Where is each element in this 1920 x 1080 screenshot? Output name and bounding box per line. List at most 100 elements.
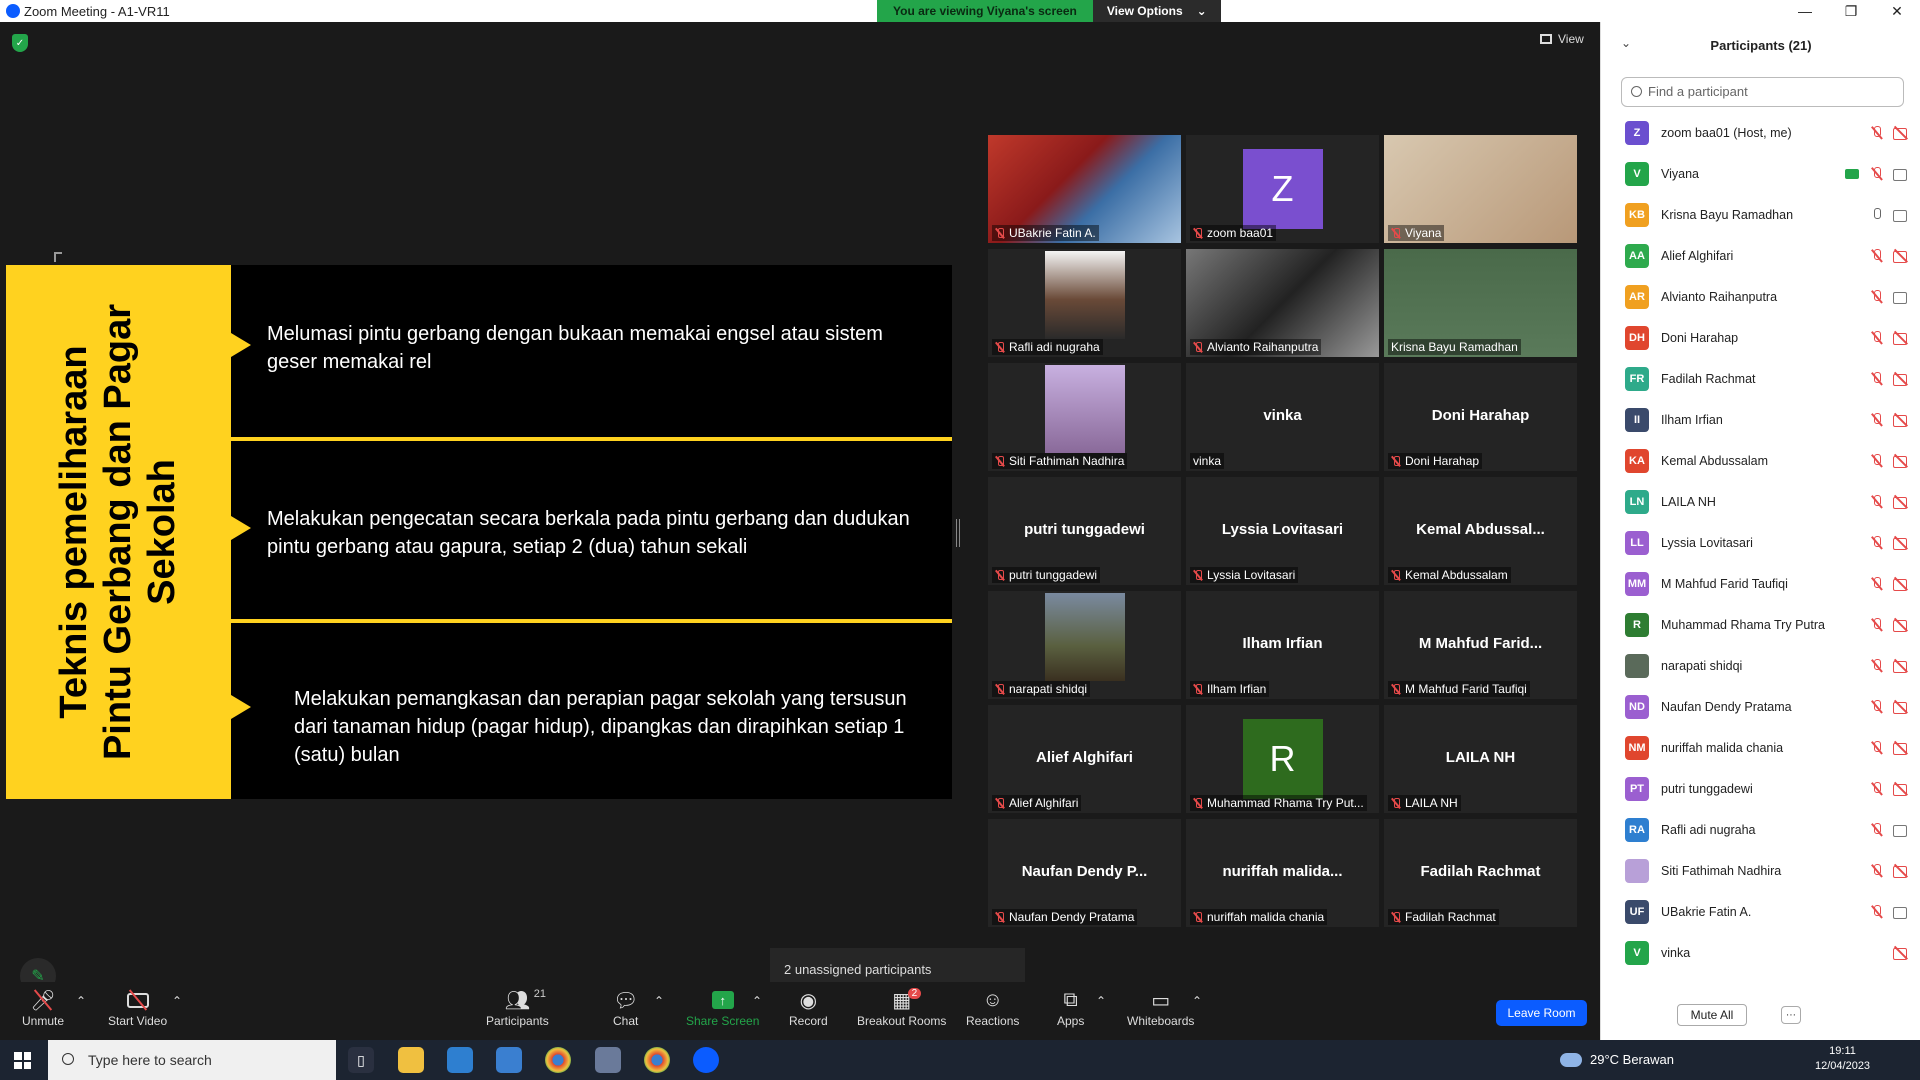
video-tile[interactable]: Rafli adi nugraha [988, 249, 1181, 357]
video-tile[interactable]: Alief Alghifari Alief Alghifari [988, 705, 1181, 813]
maximize-button[interactable]: ❐ [1828, 0, 1874, 22]
participant-row[interactable]: PT putri tunggadewi [1601, 768, 1920, 809]
video-tile[interactable]: narapati shidqi [988, 591, 1181, 699]
mic-muted-icon[interactable] [1871, 699, 1883, 714]
mic-muted-icon[interactable] [1871, 330, 1883, 345]
video-options-caret[interactable]: ⌃ [172, 994, 182, 1008]
participant-row[interactable]: AA Alief Alghifari [1601, 235, 1920, 276]
chat-options-caret[interactable]: ⌃ [654, 994, 664, 1008]
mic-muted-icon[interactable] [1871, 781, 1883, 796]
task-view-icon[interactable]: ▯ [348, 1047, 374, 1073]
video-off-icon[interactable] [1893, 660, 1911, 673]
video-tile[interactable]: Fadilah Rachmat Fadilah Rachmat [1384, 819, 1577, 927]
participant-row[interactable]: ND Naufan Dendy Pratama [1601, 686, 1920, 727]
participant-row[interactable]: LL Lyssia Lovitasari [1601, 522, 1920, 563]
video-icon[interactable] [1893, 291, 1911, 304]
minimize-button[interactable]: — [1782, 0, 1828, 22]
participant-row[interactable]: AR Alvianto Raihanputra [1601, 276, 1920, 317]
chat-button[interactable]: 💬︎ Chat [613, 986, 638, 1029]
video-tile[interactable]: Doni Harahap Doni Harahap [1384, 363, 1577, 471]
video-tile[interactable]: UBakrie Fatin A. [988, 135, 1181, 243]
video-icon[interactable] [1893, 209, 1911, 222]
video-off-icon[interactable] [1893, 496, 1911, 509]
audio-options-caret[interactable]: ⌃ [76, 994, 86, 1008]
mic-muted-icon[interactable] [1871, 494, 1883, 509]
mic-muted-icon[interactable] [1871, 166, 1883, 181]
video-tile[interactable]: Krisna Bayu Ramadhan [1384, 249, 1577, 357]
participant-row[interactable]: R Muhammad Rhama Try Putra [1601, 604, 1920, 645]
video-tile[interactable]: putri tunggadewi putri tunggadewi [988, 477, 1181, 585]
mic-muted-icon[interactable] [1871, 371, 1883, 386]
participant-row[interactable]: DH Doni Harahap [1601, 317, 1920, 358]
apps-button[interactable]: ⧉ Apps [1057, 986, 1084, 1029]
share-screen-button[interactable]: ↑ Share Screen [686, 986, 759, 1028]
mic-muted-icon[interactable] [1871, 863, 1883, 878]
mic-muted-icon[interactable] [1871, 904, 1883, 919]
record-button[interactable]: ◉ Record [789, 986, 828, 1029]
video-tile[interactable]: Viyana [1384, 135, 1577, 243]
clock[interactable]: 19:11 12/04/2023 [1815, 1044, 1870, 1074]
mute-all-button[interactable]: Mute All [1677, 1004, 1747, 1026]
mic-muted-icon[interactable] [1871, 576, 1883, 591]
mic-muted-icon[interactable] [1871, 740, 1883, 755]
video-off-icon[interactable] [1893, 127, 1911, 140]
taskbar-search-input[interactable]: Type here to search [48, 1040, 336, 1080]
split-handle[interactable] [956, 519, 960, 547]
video-tile[interactable]: Siti Fathimah Nadhira [988, 363, 1181, 471]
mic-muted-icon[interactable] [1871, 248, 1883, 263]
video-off-icon[interactable] [1893, 455, 1911, 468]
participants-button[interactable]: 👥︎ 21 Participants [486, 986, 549, 1028]
breakout-rooms-button[interactable]: ▦ 2 Breakout Rooms [857, 986, 946, 1028]
video-off-icon[interactable] [1893, 619, 1911, 632]
participant-row[interactable]: NM nuriffah malida chania [1601, 727, 1920, 768]
video-icon[interactable] [1893, 168, 1911, 181]
mic-muted-icon[interactable] [1871, 125, 1883, 140]
video-tile[interactable]: Ilham Irfian Ilham Irfian [1186, 591, 1379, 699]
participant-row[interactable]: KA Kemal Abdussalam [1601, 440, 1920, 481]
share-options-caret[interactable]: ⌃ [752, 994, 762, 1008]
windows-start-icon[interactable] [14, 1052, 31, 1069]
video-tile[interactable]: vinka vinka [1186, 363, 1379, 471]
mic-muted-icon[interactable] [1871, 453, 1883, 468]
video-icon[interactable] [1893, 906, 1911, 919]
whiteboards-button[interactable]: ▭ Whiteboards [1127, 986, 1194, 1029]
participant-row[interactable]: narapati shidqi [1601, 645, 1920, 686]
whiteboard-options-caret[interactable]: ⌃ [1192, 994, 1202, 1008]
video-off-icon[interactable] [1893, 414, 1911, 427]
store-icon[interactable] [447, 1047, 473, 1073]
mic-muted-icon[interactable] [1871, 658, 1883, 673]
video-tile[interactable]: Naufan Dendy P... Naufan Dendy Pratama [988, 819, 1181, 927]
chrome-icon[interactable] [545, 1047, 571, 1073]
participant-row[interactable]: Vvinka [1601, 932, 1920, 973]
view-options-button[interactable]: View Options ⌄ [1092, 0, 1221, 22]
reactions-button[interactable]: ☺ Reactions [966, 986, 1019, 1029]
mic-icon[interactable] [1871, 207, 1883, 222]
file-explorer-icon[interactable] [398, 1047, 424, 1073]
find-participant-input[interactable]: Find a participant [1621, 77, 1904, 107]
participant-row[interactable]: LN LAILA NH [1601, 481, 1920, 522]
start-video-button[interactable]: Start Video [108, 986, 167, 1028]
video-icon[interactable] [1893, 824, 1911, 837]
video-off-icon[interactable] [1893, 783, 1911, 796]
chrome-icon[interactable] [644, 1047, 670, 1073]
unmute-button[interactable]: 🎤︎ Unmute [22, 986, 64, 1028]
participant-row[interactable]: II Ilham Irfian [1601, 399, 1920, 440]
video-tile[interactable]: Alvianto Raihanputra [1186, 249, 1379, 357]
participant-row[interactable]: MM M Mahfud Farid Taufiqi [1601, 563, 1920, 604]
mic-muted-icon[interactable] [1871, 535, 1883, 550]
video-off-icon[interactable] [1893, 537, 1911, 550]
video-off-icon[interactable] [1893, 250, 1911, 263]
video-off-icon[interactable] [1893, 332, 1911, 345]
mail-icon[interactable] [496, 1047, 522, 1073]
video-off-icon[interactable] [1893, 742, 1911, 755]
participant-row[interactable]: UF UBakrie Fatin A. [1601, 891, 1920, 932]
video-tile[interactable]: R Muhammad Rhama Try Put... [1186, 705, 1379, 813]
video-tile[interactable]: Lyssia Lovitasari Lyssia Lovitasari [1186, 477, 1379, 585]
mic-muted-icon[interactable] [1871, 822, 1883, 837]
video-tile[interactable]: Zzoom baa01 [1186, 135, 1379, 243]
mic-muted-icon[interactable] [1871, 289, 1883, 304]
mic-muted-icon[interactable] [1871, 412, 1883, 427]
video-off-icon[interactable] [1893, 373, 1911, 386]
close-button[interactable]: ✕ [1874, 0, 1920, 22]
participant-row[interactable]: FR Fadilah Rachmat [1601, 358, 1920, 399]
